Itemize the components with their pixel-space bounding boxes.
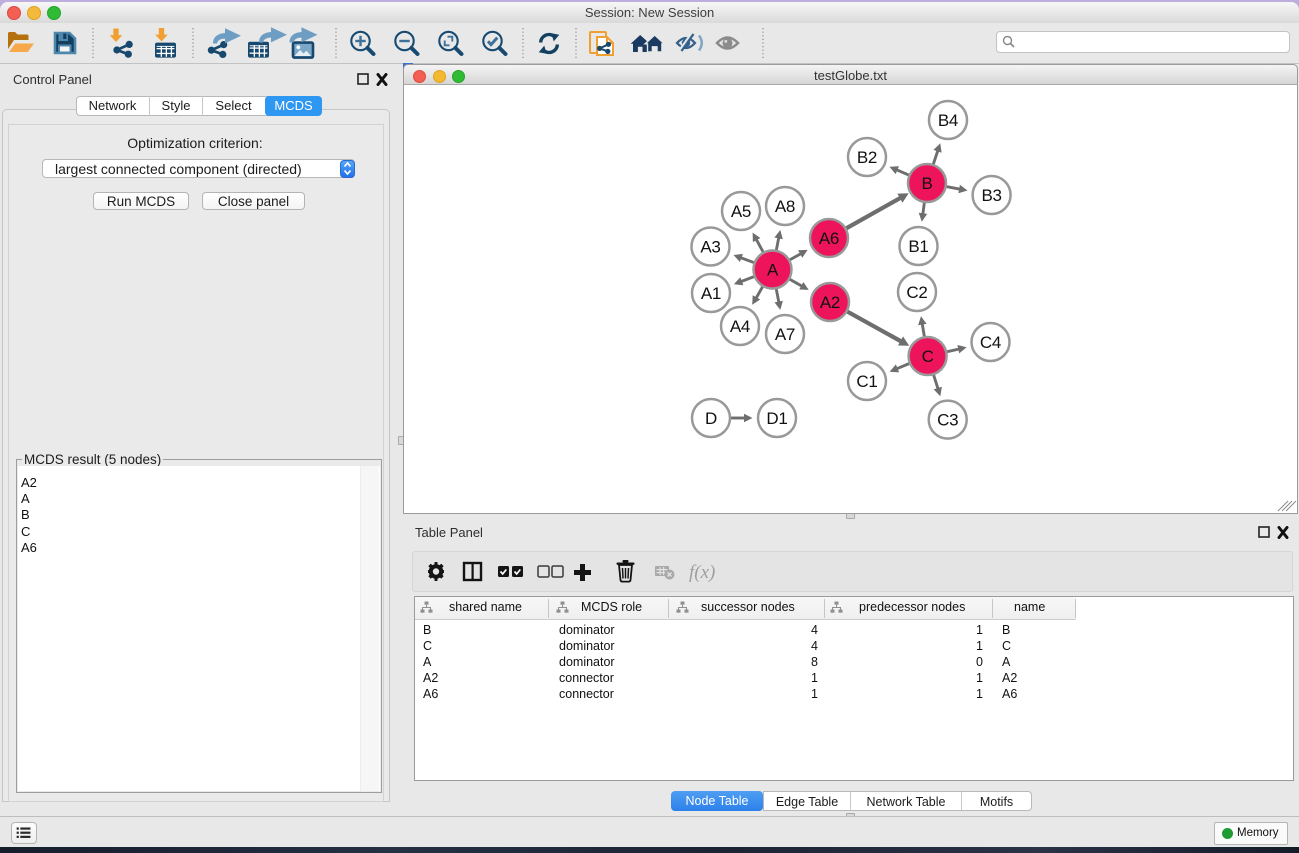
- svg-text:A4: A4: [730, 317, 750, 336]
- svg-text:B: B: [921, 174, 932, 193]
- svg-text:C4: C4: [980, 333, 1001, 352]
- svg-text:A6: A6: [819, 229, 839, 248]
- svg-text:A8: A8: [775, 197, 795, 216]
- svg-text:D: D: [705, 409, 717, 428]
- svg-text:C: C: [922, 347, 934, 366]
- svg-text:B1: B1: [908, 237, 928, 256]
- svg-text:A7: A7: [775, 325, 795, 344]
- svg-text:C1: C1: [856, 372, 877, 391]
- svg-text:B2: B2: [857, 148, 877, 167]
- svg-text:f(x): f(x): [689, 562, 715, 583]
- svg-text:A5: A5: [731, 202, 751, 221]
- svg-text:D1: D1: [766, 409, 787, 428]
- svg-text:A2: A2: [820, 293, 840, 312]
- svg-text:C2: C2: [906, 283, 927, 302]
- svg-text:B3: B3: [981, 186, 1001, 205]
- svg-text:A: A: [767, 261, 779, 280]
- svg-text:A1: A1: [701, 284, 721, 303]
- svg-text:C3: C3: [937, 411, 958, 430]
- svg-text:B4: B4: [938, 111, 958, 130]
- svg-text:A3: A3: [700, 238, 720, 257]
